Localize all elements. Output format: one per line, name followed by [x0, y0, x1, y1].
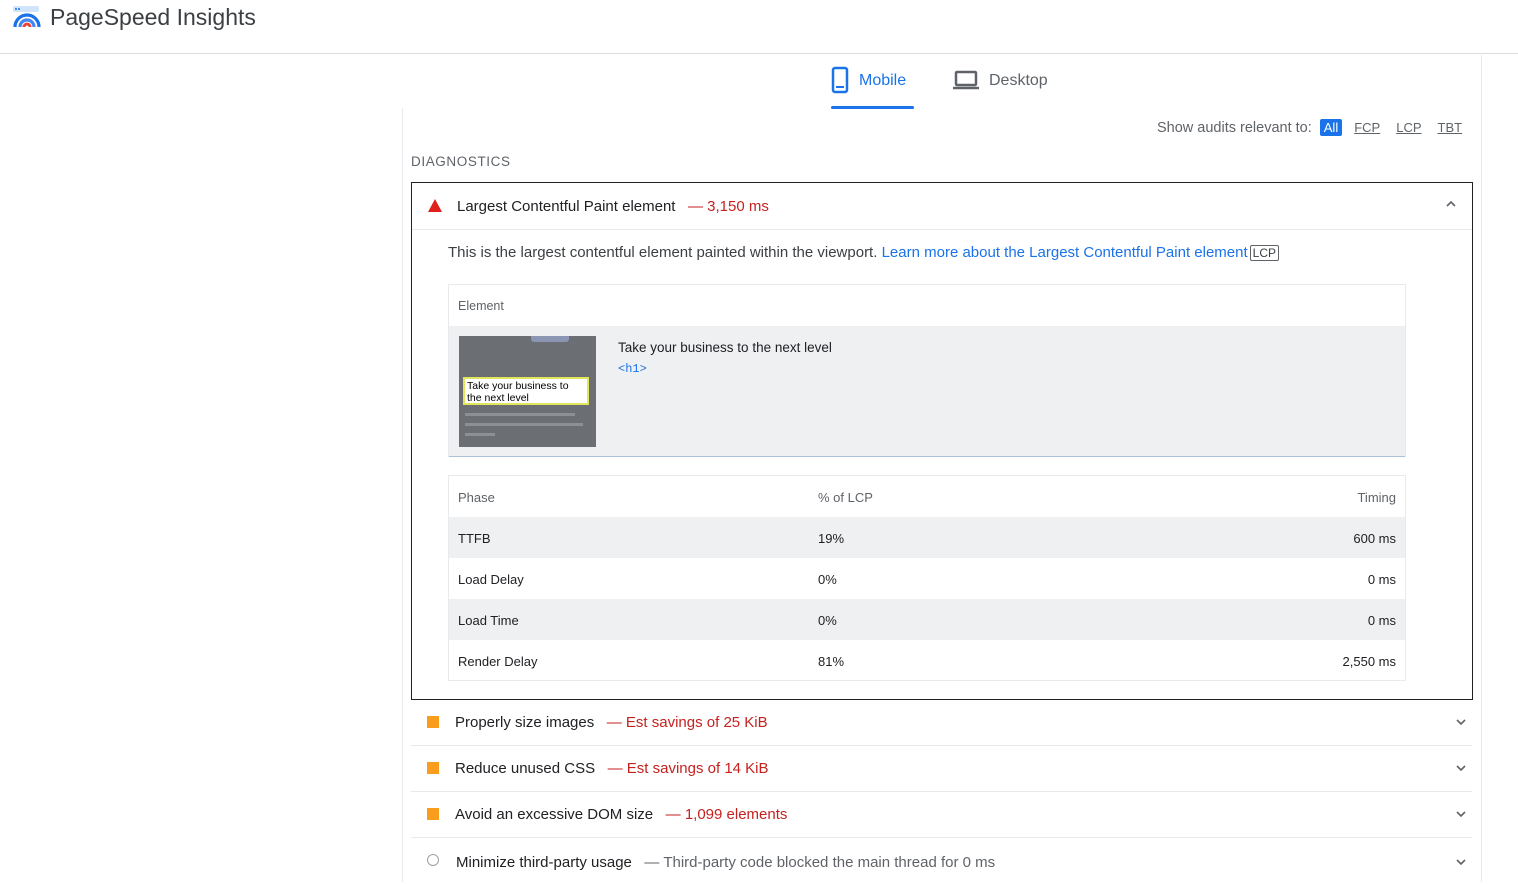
tab-desktop-label: Desktop: [989, 72, 1048, 89]
table-row: TTFB 19% 600 ms: [449, 517, 1405, 558]
phase-percent: 81%: [818, 654, 845, 669]
audit-excessive-dom-size[interactable]: Avoid an excessive DOM size — 1,099 elem…: [411, 792, 1472, 838]
chevron-down-icon[interactable]: [1454, 715, 1468, 729]
audit-metric-value: — 3,150 ms: [687, 198, 769, 215]
app-title: PageSpeed Insights: [50, 4, 256, 30]
element-table: Element Take your business to the next l…: [448, 284, 1406, 457]
description-text: This is the largest contentful element p…: [448, 244, 878, 261]
tab-desktop[interactable]: Desktop: [953, 64, 1048, 108]
element-table-header: Element: [458, 299, 504, 313]
thumbnail-highlight: Take your business to the next level: [463, 377, 589, 405]
audit-metric: — Third-party code blocked the main thre…: [636, 854, 995, 871]
pagespeed-logo-icon[interactable]: [12, 5, 42, 33]
phase-percent: 0%: [818, 613, 837, 628]
audit-metric-value: — Est savings of 14 KiB: [607, 760, 769, 777]
audit-title-text: Properly size images: [455, 714, 595, 731]
element-thumbnail: Take your business to the next level: [459, 336, 596, 447]
phase-percent: 19%: [818, 531, 845, 546]
element-text: Take your business to the next level: [618, 340, 832, 355]
phase-name: Load Time: [458, 613, 519, 628]
column-header: Phase: [458, 490, 495, 505]
warning-square-icon: [427, 762, 439, 774]
table-header-row: Phase % of LCP Timing: [449, 476, 1405, 517]
phase-timing: 0 ms: [1367, 572, 1396, 587]
audit-metric-value: — Third-party code blocked the main thre…: [644, 854, 996, 871]
audit-title: Avoid an excessive DOM size — 1,099 elem…: [455, 806, 787, 823]
audit-metric-value: — Est savings of 25 KiB: [606, 714, 768, 731]
chevron-down-icon[interactable]: [1454, 855, 1468, 869]
tab-mobile-label: Mobile: [859, 72, 907, 89]
audit-title-text: Avoid an excessive DOM size: [455, 806, 654, 823]
audit-title: Largest Contentful Paint element — 3,150…: [457, 198, 769, 215]
phase-timing: 600 ms: [1353, 531, 1396, 546]
column-header: % of LCP: [818, 490, 873, 505]
table-row: Load Time 0% 0 ms: [449, 599, 1405, 640]
audit-reduce-unused-css[interactable]: Reduce unused CSS — Est savings of 14 Ki…: [411, 746, 1472, 792]
audit-description: This is the largest contentful element p…: [448, 244, 1279, 261]
phase-timing: 2,550 ms: [1342, 654, 1396, 669]
audit-properly-size-images[interactable]: Properly size images — Est savings of 25…: [411, 700, 1472, 746]
audit-metric: — 3,150 ms: [680, 198, 769, 215]
audit-title-text: Reduce unused CSS: [455, 760, 596, 777]
filter-lcp[interactable]: LCP: [1392, 120, 1425, 135]
lcp-chip: LCP: [1249, 245, 1279, 261]
phase-name: TTFB: [458, 531, 491, 546]
audit-metric: — 1,099 elements: [657, 806, 788, 823]
audit-header[interactable]: Largest Contentful Paint element — 3,150…: [412, 183, 1472, 230]
table-row: Load Delay 0% 0 ms: [449, 558, 1405, 599]
table-row[interactable]: Take your business to the next level Tak…: [449, 326, 1405, 457]
audit-title: Properly size images — Est savings of 25…: [455, 714, 768, 731]
element-tag: <h1>: [618, 362, 647, 376]
chevron-down-icon[interactable]: [1454, 761, 1468, 775]
smartphone-icon: [831, 66, 849, 94]
chevron-down-icon[interactable]: [1454, 807, 1468, 821]
column-header: Timing: [1357, 490, 1396, 505]
chevron-up-icon[interactable]: [1444, 197, 1458, 211]
audit-minimize-third-party[interactable]: Minimize third-party usage — Third-party…: [411, 838, 1472, 884]
audit-title: Minimize third-party usage — Third-party…: [456, 854, 995, 871]
filter-all[interactable]: All: [1319, 119, 1343, 136]
audit-title-text: Largest Contentful Paint element: [457, 198, 676, 215]
audit-metric: — Est savings of 25 KiB: [598, 714, 768, 731]
warning-square-icon: [427, 716, 439, 728]
top-bar: PageSpeed Insights: [0, 0, 1518, 54]
divider: [1481, 55, 1482, 882]
informative-circle-icon: [427, 854, 439, 866]
learn-more-link[interactable]: Learn more about the Largest Contentful …: [882, 244, 1248, 261]
fail-triangle-icon: [428, 199, 442, 212]
audit-filter: Show audits relevant to: All FCP LCP TBT: [1157, 119, 1466, 136]
laptop-icon: [953, 70, 979, 90]
filter-label: Show audits relevant to:: [1157, 119, 1312, 136]
section-heading: DIAGNOSTICS: [411, 154, 511, 169]
warning-square-icon: [427, 808, 439, 820]
table-row: Render Delay 81% 2,550 ms: [449, 640, 1405, 681]
audit-lcp-element: Largest Contentful Paint element — 3,150…: [411, 182, 1473, 700]
phase-name: Render Delay: [458, 654, 538, 669]
phase-table: Phase % of LCP Timing TTFB 19% 600 ms Lo…: [448, 475, 1406, 681]
tab-mobile[interactable]: Mobile: [831, 64, 914, 109]
audit-metric-value: — 1,099 elements: [665, 806, 788, 823]
phase-percent: 0%: [818, 572, 837, 587]
audit-metric: — Est savings of 14 KiB: [599, 760, 769, 777]
filter-tbt[interactable]: TBT: [1434, 120, 1467, 135]
audit-title-text: Minimize third-party usage: [456, 854, 632, 871]
phase-name: Load Delay: [458, 572, 524, 587]
divider: [402, 108, 403, 882]
audit-title: Reduce unused CSS — Est savings of 14 Ki…: [455, 760, 769, 777]
phase-timing: 0 ms: [1367, 613, 1396, 628]
filter-fcp[interactable]: FCP: [1350, 120, 1384, 135]
